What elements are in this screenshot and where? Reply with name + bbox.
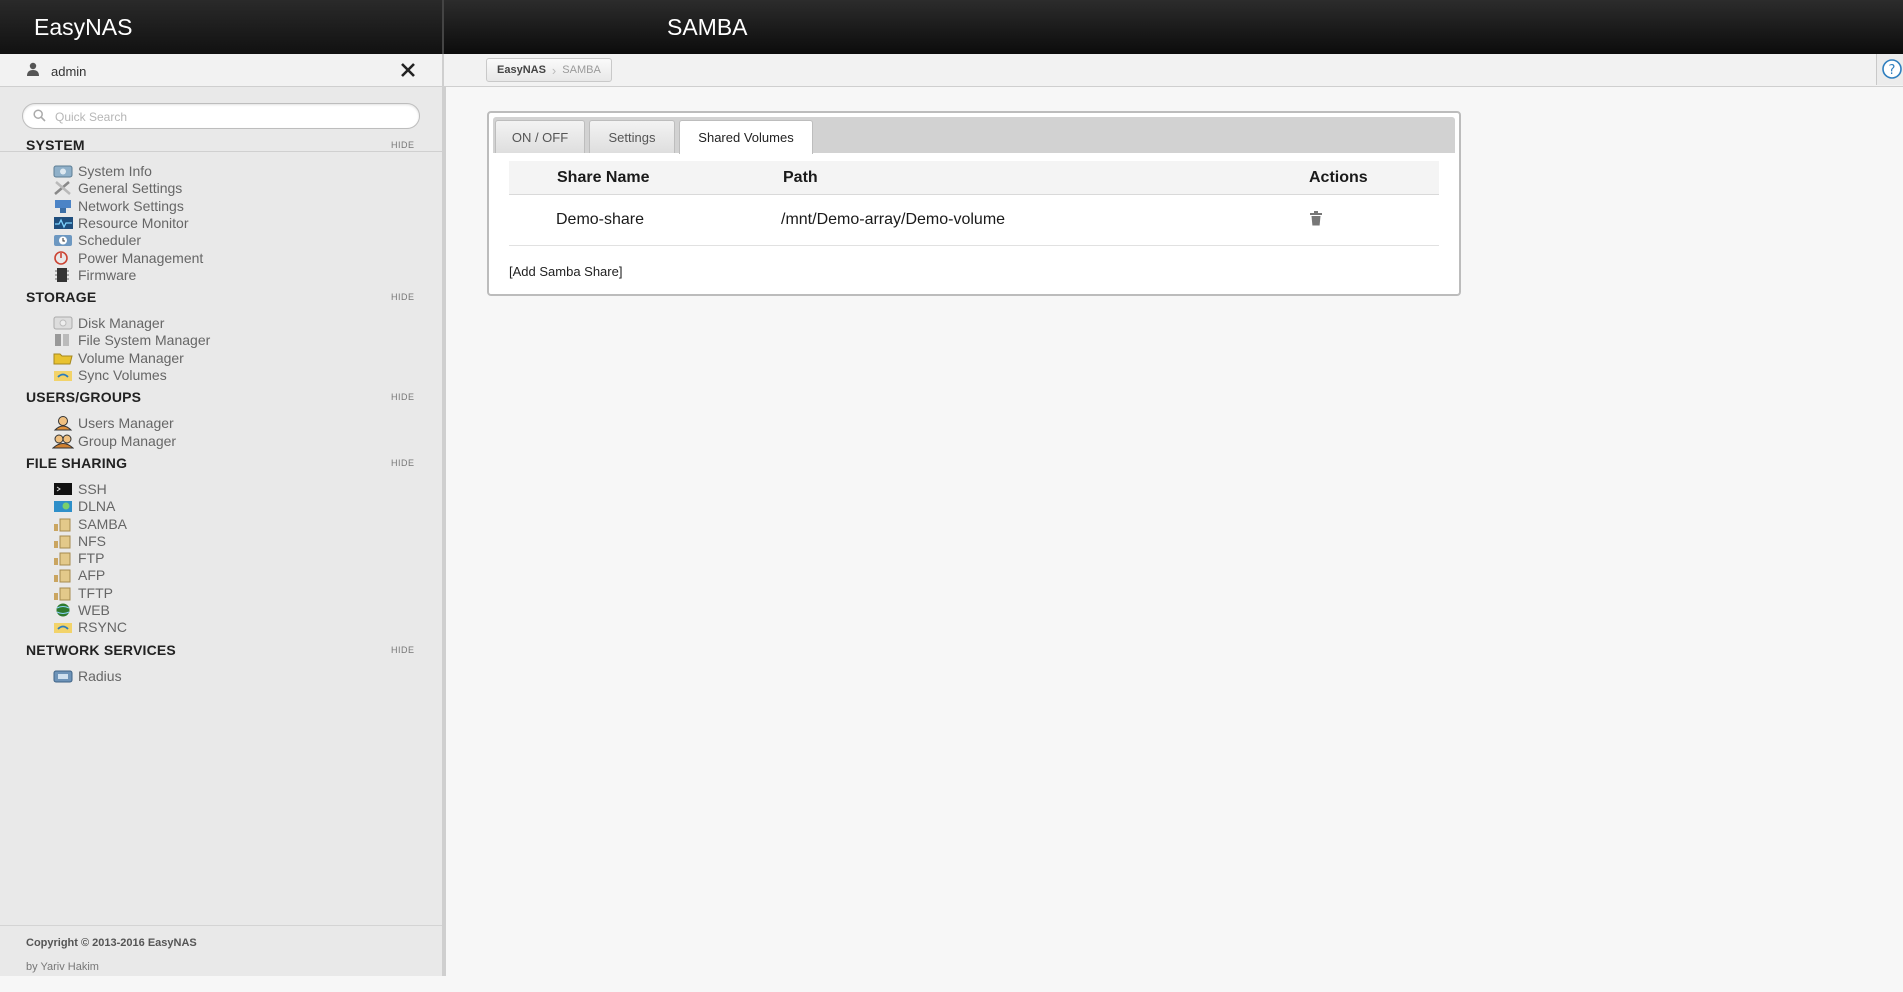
hide-system-button[interactable]: HIDE xyxy=(391,140,415,150)
share-folder-icon xyxy=(52,516,74,532)
samba-panel: ON / OFF Settings Shared Volumes Share N… xyxy=(487,111,1461,296)
sidebar-item-label: DLNA xyxy=(78,498,116,515)
share-name-cell: Demo-share xyxy=(556,211,645,228)
section-title-storage: STORAGE xyxy=(26,289,97,306)
share-path-cell: /mnt/Demo-array/Demo-volume xyxy=(781,211,1006,228)
sidebar-item-group-manager[interactable]: Group Manager xyxy=(51,431,352,451)
user-name: admin xyxy=(51,64,87,79)
trash-icon xyxy=(1310,211,1322,226)
user-icon xyxy=(26,62,40,81)
sidebar-item-label: System Info xyxy=(78,163,152,179)
share-folder-icon xyxy=(52,550,74,566)
hide-file-sharing-button[interactable]: HIDE xyxy=(391,458,415,468)
radius-icon xyxy=(52,668,74,684)
author-text: by Yariv Hakim xyxy=(26,961,99,973)
file-system-icon xyxy=(52,332,74,348)
tab-settings[interactable]: Settings xyxy=(589,120,675,153)
page-title: SAMBA xyxy=(667,14,748,40)
app-brand: EasyNAS xyxy=(34,14,133,40)
sidebar-item-label: Firmware xyxy=(78,266,137,283)
svg-text:?: ? xyxy=(1889,63,1896,78)
sidebar-item-label: Group Manager xyxy=(78,432,177,449)
globe-icon xyxy=(52,602,74,618)
sidebar-item-label: AFP xyxy=(78,567,106,584)
sidebar-item-label: File System Manager xyxy=(78,332,211,349)
sidebar-item-label: Radius xyxy=(78,667,122,684)
section-title-network-services: NETWORK SERVICES xyxy=(26,641,176,658)
sidebar-item-label: Network Settings xyxy=(78,197,184,214)
general-settings-icon xyxy=(52,180,74,196)
share-folder-icon xyxy=(52,533,74,549)
sidebar-item-firmware[interactable]: Firmware xyxy=(52,265,352,285)
share-folder-icon xyxy=(52,585,74,601)
breadcrumb: EasyNAS › SAMBA xyxy=(486,58,612,82)
sidebar-item-label: FTP xyxy=(78,550,105,567)
close-icon xyxy=(401,63,415,77)
sync-icon xyxy=(52,619,74,635)
sidebar-item-sync-volumes[interactable]: Sync Volumes xyxy=(52,365,352,385)
breadcrumb-home[interactable]: EasyNAS xyxy=(487,64,552,76)
scheduler-icon xyxy=(52,232,74,248)
close-sidebar-button[interactable] xyxy=(400,57,416,84)
section-title-file-sharing: FILE SHARING xyxy=(26,454,128,471)
table-header: Share Name Path Actions xyxy=(509,161,1439,195)
user-bar: admin xyxy=(0,54,442,87)
sidebar-item-label: Scheduler xyxy=(78,232,142,249)
delete-share-button[interactable] xyxy=(1309,211,1323,231)
sidebar-item-label: Resource Monitor xyxy=(78,214,189,231)
sync-icon xyxy=(52,367,74,383)
table-row: Demo-share /mnt/Demo-array/Demo-volume xyxy=(509,195,1439,246)
terminal-icon xyxy=(52,481,74,497)
column-header-share-name: Share Name xyxy=(557,169,650,186)
brand-header: EasyNAS xyxy=(0,0,444,54)
sidebar-item-radius[interactable]: Radius xyxy=(52,666,352,686)
help-button[interactable]: ? xyxy=(1876,54,1903,85)
footer-divider xyxy=(0,925,442,926)
sidebar-item-label: SSH xyxy=(78,480,107,497)
tab-shared-volumes[interactable]: Shared Volumes xyxy=(679,120,813,154)
tab-on-off[interactable]: ON / OFF xyxy=(495,120,585,153)
section-title-system: SYSTEM xyxy=(26,137,85,153)
sidebar-item-label: General Settings xyxy=(78,180,183,197)
copyright-text: Copyright © 2013-2016 EasyNAS xyxy=(26,937,197,949)
sidebar-item-label: Power Management xyxy=(78,249,204,266)
help-icon: ? xyxy=(1882,59,1902,79)
resource-monitor-icon xyxy=(52,215,74,231)
group-icon xyxy=(51,433,75,449)
sidebar-item-label: Sync Volumes xyxy=(78,367,167,383)
add-samba-share-link[interactable]: [Add Samba Share] xyxy=(509,264,622,279)
quick-search[interactable] xyxy=(22,103,420,129)
column-header-path: Path xyxy=(783,169,818,186)
sidebar-item-label: WEB xyxy=(78,602,110,618)
breadcrumb-bar: EasyNAS › SAMBA ? xyxy=(444,54,1903,87)
disk-icon xyxy=(52,315,74,331)
volume-folder-icon xyxy=(52,350,74,366)
sidebar-item-label: TFTP xyxy=(78,584,113,601)
dlna-icon xyxy=(52,498,74,514)
sidebar-item-label: RSYNC xyxy=(78,619,128,636)
sidebar-item-rsync[interactable]: RSYNC xyxy=(52,617,352,637)
sidebar-item-label: SAMBA xyxy=(78,515,128,532)
hide-network-services-button[interactable]: HIDE xyxy=(391,645,415,655)
sidebar-item-label: Disk Manager xyxy=(78,315,165,332)
share-folder-icon xyxy=(52,567,74,583)
tab-strip: ON / OFF Settings Shared Volumes xyxy=(493,117,1455,154)
power-icon xyxy=(52,250,74,266)
network-settings-icon xyxy=(52,198,74,214)
user-icon xyxy=(52,415,74,431)
system-info-icon xyxy=(52,163,74,179)
sidebar-item-label: NFS xyxy=(78,532,106,549)
sidebar-item-label: Users Manager xyxy=(78,415,174,432)
hide-users-groups-button[interactable]: HIDE xyxy=(391,392,415,402)
sidebar: admin SYSTEM HIDE System InfoGeneral Setti… xyxy=(0,54,446,976)
search-icon xyxy=(33,109,46,127)
firmware-chip-icon xyxy=(52,267,74,283)
breadcrumb-current: SAMBA xyxy=(562,64,601,76)
section-title-users-groups: USERS/GROUPS xyxy=(26,389,142,406)
top-header: SAMBA xyxy=(444,0,1903,54)
sidebar-item-label: Volume Manager xyxy=(78,349,184,366)
search-input[interactable] xyxy=(53,107,407,127)
hide-storage-button[interactable]: HIDE xyxy=(391,292,415,302)
column-header-actions: Actions xyxy=(1309,169,1368,186)
